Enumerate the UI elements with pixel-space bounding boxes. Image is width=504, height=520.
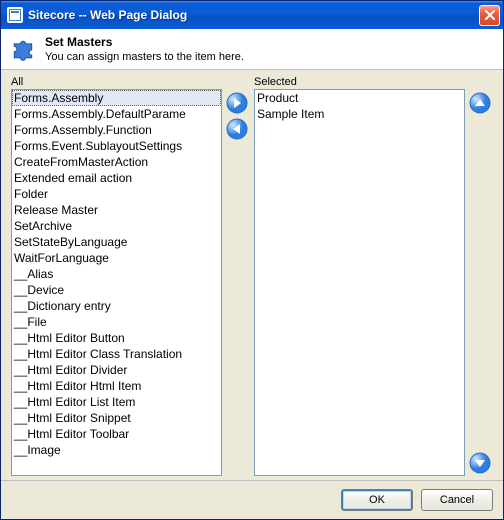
list-item[interactable]: __Image bbox=[12, 442, 221, 458]
list-item[interactable]: __Device bbox=[12, 282, 221, 298]
dialog-title: Set Masters bbox=[45, 35, 244, 49]
list-item[interactable]: __Html Editor Snippet bbox=[12, 410, 221, 426]
titlebar: Sitecore -- Web Page Dialog bbox=[1, 1, 503, 29]
transfer-buttons bbox=[226, 76, 250, 476]
list-item[interactable]: Forms.Assembly.DefaultParame bbox=[12, 106, 221, 122]
dialog-footer: OK Cancel bbox=[1, 480, 503, 519]
list-item[interactable]: WaitForLanguage bbox=[12, 250, 221, 266]
selected-label: Selected bbox=[254, 76, 465, 88]
list-item[interactable]: CreateFromMasterAction bbox=[12, 154, 221, 170]
list-item[interactable]: __Html Editor Button bbox=[12, 330, 221, 346]
arrow-up-icon bbox=[469, 92, 491, 114]
list-item[interactable]: Folder bbox=[12, 186, 221, 202]
list-item[interactable]: __Alias bbox=[12, 266, 221, 282]
header-text: Set Masters You can assign masters to th… bbox=[45, 35, 244, 63]
list-item[interactable]: Extended email action bbox=[12, 170, 221, 186]
move-up-button[interactable] bbox=[469, 92, 491, 114]
order-buttons bbox=[469, 76, 493, 476]
list-item[interactable]: Forms.Assembly bbox=[12, 90, 221, 106]
remove-button[interactable] bbox=[226, 118, 248, 140]
list-item[interactable]: Forms.Assembly.Function bbox=[12, 122, 221, 138]
all-column: All Forms.AssemblyForms.Assembly.Default… bbox=[11, 76, 222, 476]
arrow-down-icon bbox=[469, 452, 491, 474]
list-item[interactable]: Forms.Event.SublayoutSettings bbox=[12, 138, 221, 154]
list-item[interactable]: Product bbox=[255, 90, 464, 106]
selected-listbox[interactable]: ProductSample Item bbox=[254, 89, 465, 476]
close-button[interactable] bbox=[479, 5, 500, 26]
dialog-body: All Forms.AssemblyForms.Assembly.Default… bbox=[1, 70, 503, 480]
list-item[interactable]: __File bbox=[12, 314, 221, 330]
add-button[interactable] bbox=[226, 92, 248, 114]
cancel-button[interactable]: Cancel bbox=[421, 489, 493, 511]
list-item[interactable]: __Html Editor Class Translation bbox=[12, 346, 221, 362]
list-item[interactable]: Sample Item bbox=[255, 106, 464, 122]
list-item[interactable]: SetStateByLanguage bbox=[12, 234, 221, 250]
ok-button[interactable]: OK bbox=[341, 489, 413, 511]
arrow-left-icon bbox=[226, 118, 248, 140]
list-item[interactable]: __Html Editor Divider bbox=[12, 362, 221, 378]
list-item[interactable]: __Html Editor Toolbar bbox=[12, 426, 221, 442]
dialog-subtitle: You can assign masters to the item here. bbox=[45, 51, 244, 63]
move-down-button[interactable] bbox=[469, 452, 491, 474]
selected-column: Selected ProductSample Item bbox=[254, 76, 465, 476]
dialog-header: Set Masters You can assign masters to th… bbox=[1, 29, 503, 70]
close-icon bbox=[485, 10, 495, 20]
list-item[interactable]: __Html Editor List Item bbox=[12, 394, 221, 410]
all-label: All bbox=[11, 76, 222, 88]
dialog-window: Sitecore -- Web Page Dialog Set Masters … bbox=[0, 0, 504, 520]
arrow-right-icon bbox=[226, 92, 248, 114]
list-item[interactable]: Release Master bbox=[12, 202, 221, 218]
list-item[interactable]: __Html Editor Html Item bbox=[12, 378, 221, 394]
list-item[interactable]: SetArchive bbox=[12, 218, 221, 234]
window-title: Sitecore -- Web Page Dialog bbox=[28, 8, 479, 22]
all-listbox[interactable]: Forms.AssemblyForms.Assembly.DefaultPara… bbox=[11, 89, 222, 476]
puzzle-icon bbox=[9, 35, 37, 63]
app-icon bbox=[7, 7, 23, 23]
list-item[interactable]: __Dictionary entry bbox=[12, 298, 221, 314]
